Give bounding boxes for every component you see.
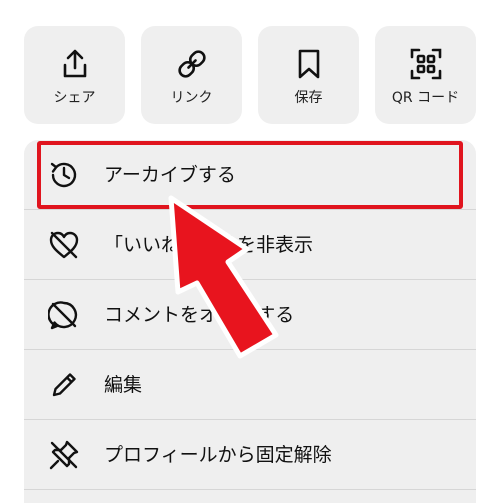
menu-item-label: 編集 xyxy=(104,374,143,396)
save-button[interactable]: 保存 xyxy=(258,26,359,124)
heart-off-icon xyxy=(49,231,79,259)
menu-item-unpin[interactable]: プロフィールから固定解除 xyxy=(24,420,476,490)
qr-code-button[interactable]: QR コード xyxy=(375,26,476,124)
menu-item-edit[interactable]: 編集 xyxy=(24,350,476,420)
link-label: リンク xyxy=(170,90,213,106)
divider xyxy=(24,489,476,490)
bookmark-icon xyxy=(298,49,319,79)
menu-item-archive[interactable]: アーカイブする xyxy=(24,140,476,210)
post-options-menu: アーカイブする 「いいね！」数を非表示 コメントをオフにする 編集 プロフィール… xyxy=(24,140,476,503)
menu-item-label: 「いいね！」数を非表示 xyxy=(104,234,314,256)
share-icon xyxy=(63,49,86,78)
qr-code-icon xyxy=(410,48,441,80)
menu-item-turn-off-comments[interactable]: コメントをオフにする xyxy=(24,280,476,350)
unpin-icon xyxy=(49,440,79,470)
share-button[interactable]: シェア xyxy=(24,26,125,124)
pencil-icon xyxy=(52,373,76,397)
link-icon xyxy=(177,50,206,78)
comment-off-icon xyxy=(48,301,78,330)
quick-actions-row: シェア リンク 保存 QR コード xyxy=(0,0,500,140)
menu-item-hide-likes[interactable]: 「いいね！」数を非表示 xyxy=(24,210,476,280)
menu-item-label: プロフィールから固定解除 xyxy=(104,444,332,466)
menu-item-label: アーカイブする xyxy=(104,164,236,186)
qr-code-label: QR コード xyxy=(391,90,460,106)
menu-item-label: コメントをオフにする xyxy=(104,304,295,326)
link-button[interactable]: リンク xyxy=(141,26,242,124)
archive-history-icon xyxy=(50,162,77,188)
share-label: シェア xyxy=(53,90,96,106)
save-label: 保存 xyxy=(294,90,323,106)
